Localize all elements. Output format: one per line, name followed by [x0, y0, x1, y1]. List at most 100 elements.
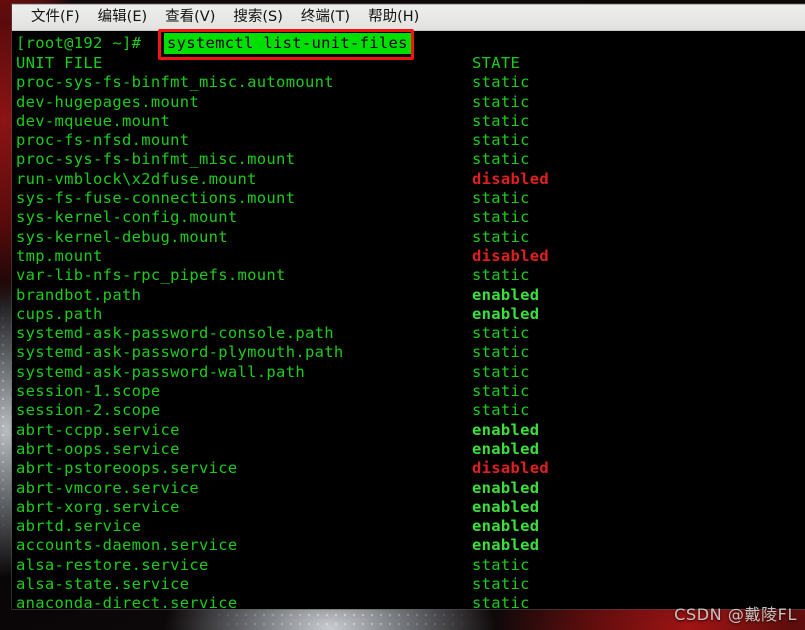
terminal-output-area[interactable]: [root@192 ~]# systemctl list-unit-files … [12, 31, 805, 609]
unit-file-state: static [472, 555, 530, 574]
unit-file-name: abrt-pstoreoops.service [16, 459, 238, 478]
unit-file-state: enabled [472, 420, 540, 439]
table-row: proc-sys-fs-binfmt_misc.mount static [14, 150, 805, 169]
unit-file-name: dev-mqueue.mount [16, 111, 171, 130]
unit-file-name: sys-kernel-config.mount [16, 208, 238, 227]
desktop-screen: 文件(F) 编辑(E) 查看(V) 搜索(S) 终端(T) 帮助(H) [roo… [0, 0, 805, 630]
table-row: abrtd.service enabled [14, 517, 805, 536]
unit-file-name: brandbot.path [16, 285, 142, 304]
unit-file-state: enabled [472, 478, 540, 497]
menu-edit[interactable]: 编辑(E) [89, 5, 156, 30]
unit-file-name: var-lib-nfs-rpc_pipefs.mount [16, 266, 286, 285]
unit-file-state: static [472, 208, 530, 227]
unit-file-name: abrt-oops.service [16, 439, 180, 458]
table-row: dev-hugepages.mount static [14, 93, 805, 112]
typed-command: systemctl list-unit-files [164, 33, 411, 54]
unit-file-state: static [472, 362, 530, 381]
terminal-window: 文件(F) 编辑(E) 查看(V) 搜索(S) 终端(T) 帮助(H) [roo… [12, 4, 805, 609]
unit-file-state: static [472, 266, 530, 285]
unit-file-state: static [472, 594, 530, 609]
unit-file-name: abrt-vmcore.service [16, 478, 200, 497]
table-row: brandbot.path enabled [14, 286, 805, 305]
unit-file-name: proc-sys-fs-binfmt_misc.mount [16, 150, 296, 169]
table-row: alsa-state.service static [14, 575, 805, 594]
table-row: abrt-oops.service enabled [14, 440, 805, 459]
table-row: accounts-daemon.service enabled [14, 536, 805, 555]
column-header-unit-file: UNIT FILE [16, 54, 103, 72]
shell-prompt-line: [root@192 ~]# systemctl list-unit-files [14, 32, 805, 54]
table-row: session-1.scope static [14, 382, 805, 401]
unit-file-list: proc-sys-fs-binfmt_misc.automount static d… [14, 73, 805, 609]
table-row: abrt-xorg.service enabled [14, 498, 805, 517]
unit-file-state: static [472, 382, 530, 401]
unit-file-name: alsa-state.service [16, 575, 190, 594]
unit-file-state: static [472, 401, 530, 420]
menu-bar: 文件(F) 编辑(E) 查看(V) 搜索(S) 终端(T) 帮助(H) [12, 4, 805, 31]
unit-file-state: static [472, 92, 530, 111]
column-header-state: STATE [472, 54, 521, 72]
table-row: sys-kernel-config.mount static [14, 208, 805, 227]
unit-file-name: session-2.scope [16, 401, 161, 420]
table-row: systemd-ask-password-console.path static [14, 324, 805, 343]
unit-file-name: run-vmblock\x2dfuse.mount [16, 169, 257, 188]
unit-file-name: session-1.scope [16, 382, 161, 401]
table-row: abrt-pstoreoops.service disabled [14, 459, 805, 478]
table-row: var-lib-nfs-rpc_pipefs.mount static [14, 266, 805, 285]
table-row: dev-mqueue.mount static [14, 112, 805, 131]
unit-file-name: abrtd.service [16, 517, 142, 536]
menu-search[interactable]: 搜索(S) [224, 5, 292, 30]
unit-file-state: static [472, 343, 530, 362]
unit-file-name: dev-hugepages.mount [16, 92, 200, 111]
unit-file-state: static [472, 111, 530, 130]
unit-file-name: systemd-ask-password-console.path [16, 324, 334, 343]
unit-file-state: disabled [472, 246, 550, 265]
menu-file[interactable]: 文件(F) [22, 5, 89, 30]
unit-file-name: abrt-xorg.service [16, 497, 180, 516]
unit-file-state: static [472, 131, 530, 150]
table-row: sys-fs-fuse-connections.mount static [14, 189, 805, 208]
unit-file-state: enabled [472, 285, 540, 304]
unit-file-name: accounts-daemon.service [16, 536, 238, 555]
table-row: tmp.mount disabled [14, 247, 805, 266]
unit-file-state: enabled [472, 497, 540, 516]
unit-file-state: disabled [472, 459, 550, 478]
table-row: abrt-vmcore.service enabled [14, 479, 805, 498]
unit-file-state: static [472, 575, 530, 594]
menu-terminal[interactable]: 终端(T) [292, 5, 359, 30]
unit-file-state: enabled [472, 439, 540, 458]
table-row: systemd-ask-password-wall.path static [14, 363, 805, 382]
unit-file-state: disabled [472, 169, 550, 188]
unit-file-name: sys-fs-fuse-connections.mount [16, 189, 296, 208]
table-row: sys-kernel-debug.mount static [14, 228, 805, 247]
unit-file-state: static [472, 189, 530, 208]
unit-file-name: abrt-ccpp.service [16, 420, 180, 439]
unit-file-name: proc-sys-fs-binfmt_misc.automount [16, 73, 334, 92]
unit-file-name: systemd-ask-password-plymouth.path [16, 343, 344, 362]
unit-file-name: anaconda-direct.service [16, 594, 238, 609]
unit-file-state: static [472, 150, 530, 169]
table-header-row: UNIT FILE STATE [14, 54, 805, 73]
unit-file-state: enabled [472, 304, 540, 323]
unit-file-name: tmp.mount [16, 246, 103, 265]
unit-file-state: enabled [472, 536, 540, 555]
unit-file-state: static [472, 227, 530, 246]
unit-file-name: systemd-ask-password-wall.path [16, 362, 305, 381]
table-row: proc-sys-fs-binfmt_misc.automount static [14, 73, 805, 92]
table-row: run-vmblock\x2dfuse.mount disabled [14, 170, 805, 189]
shell-prompt: [root@192 ~]# [16, 34, 151, 52]
table-row: cups.path enabled [14, 305, 805, 324]
table-row: abrt-ccpp.service enabled [14, 421, 805, 440]
unit-file-state: static [472, 324, 530, 343]
table-row: systemd-ask-password-plymouth.path static [14, 343, 805, 362]
unit-file-name: proc-fs-nfsd.mount [16, 131, 190, 150]
unit-file-name: sys-kernel-debug.mount [16, 227, 228, 246]
table-row: proc-fs-nfsd.mount static [14, 131, 805, 150]
unit-file-state: enabled [472, 517, 540, 536]
unit-file-name: cups.path [16, 304, 103, 323]
table-row: session-2.scope static [14, 401, 805, 420]
unit-file-name: alsa-restore.service [16, 555, 209, 574]
menu-view[interactable]: 查看(V) [156, 5, 224, 30]
csdn-watermark: CSDN @戴陵FL [674, 605, 797, 624]
menu-help[interactable]: 帮助(H) [359, 5, 428, 30]
table-row: alsa-restore.service static [14, 556, 805, 575]
